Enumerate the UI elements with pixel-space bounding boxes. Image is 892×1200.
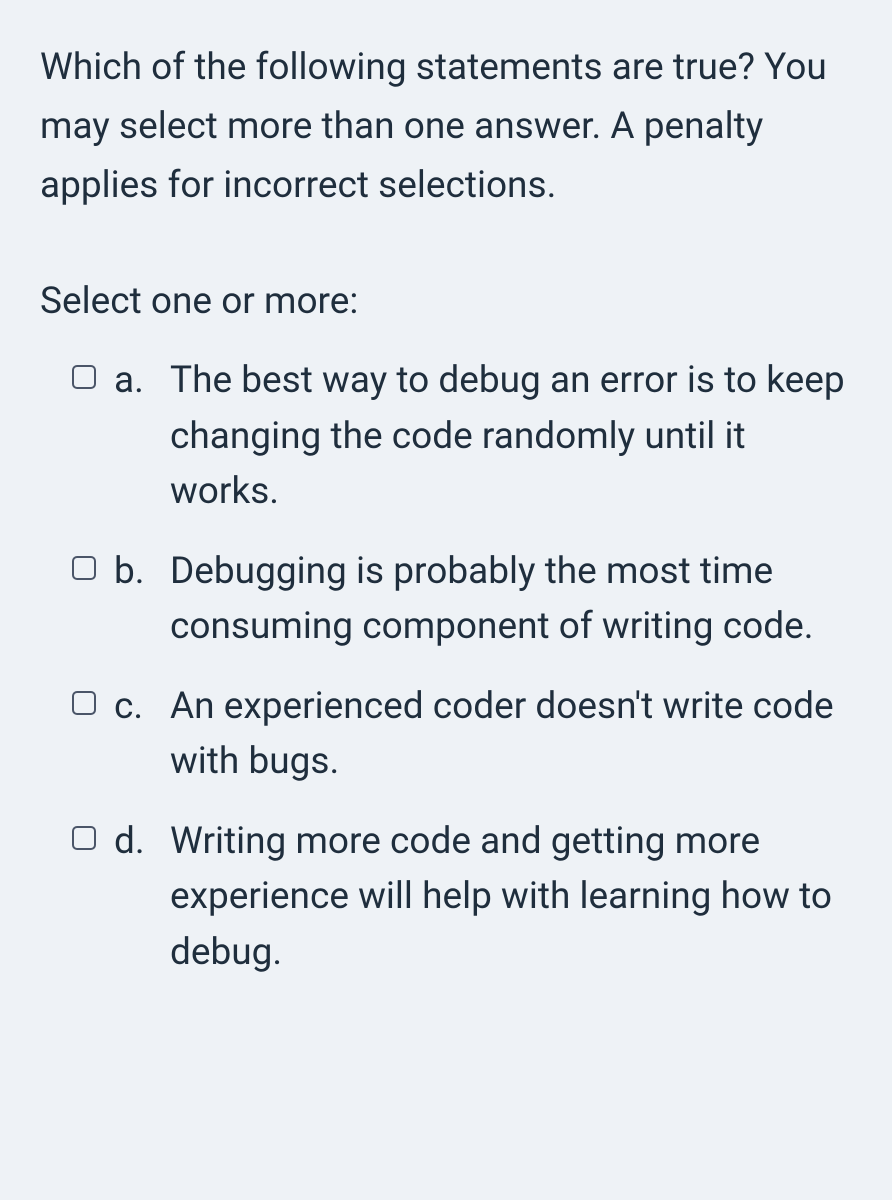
option-text: Writing more code and getting more exper… [170,814,852,981]
option-text: The best way to debug an error is to kee… [170,353,852,520]
option-letter: a. [114,353,170,409]
option-row-d: d. Writing more code and getting more ex… [72,814,852,981]
options-list: a. The best way to debug an error is to … [40,353,852,980]
checkbox-wrapper [72,353,96,393]
checkbox-b[interactable] [72,556,96,580]
option-text: Debugging is probably the most time cons… [170,544,852,655]
select-prompt: Select one or more: [40,274,852,330]
question-text: Which of the following statements are tr… [40,38,852,216]
option-row-b: b. Debugging is probably the most time c… [72,544,852,655]
option-row-c: c. An experienced coder doesn't write co… [72,679,852,790]
checkbox-wrapper [72,679,96,719]
option-letter: b. [114,544,170,600]
checkbox-c[interactable] [72,691,96,715]
option-letter: c. [114,679,170,735]
option-row-a: a. The best way to debug an error is to … [72,353,852,520]
option-letter: d. [114,814,170,870]
checkbox-d[interactable] [72,826,96,850]
checkbox-wrapper [72,544,96,584]
checkbox-wrapper [72,814,96,854]
option-text: An experienced coder doesn't write code … [170,679,852,790]
checkbox-a[interactable] [72,365,96,389]
